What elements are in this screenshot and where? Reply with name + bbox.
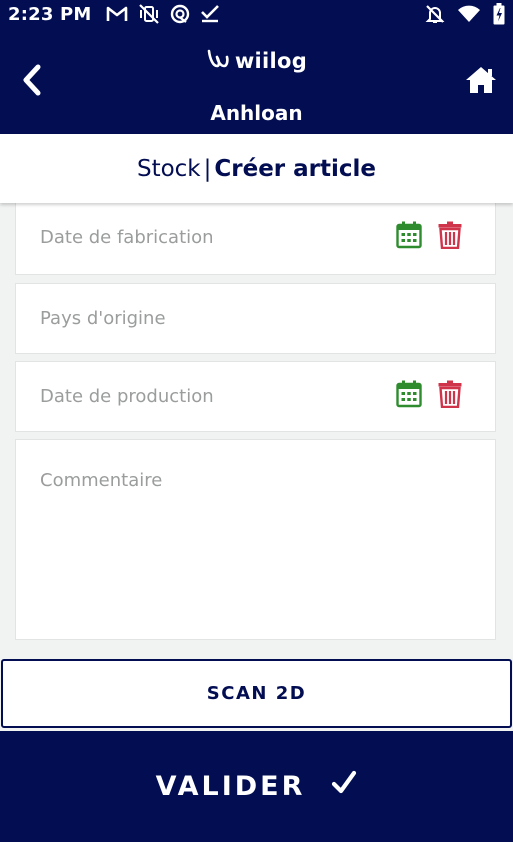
validate-button[interactable]: VALIDER	[0, 731, 513, 842]
origin-country-field[interactable]: Pays d'origine	[15, 283, 496, 354]
calendar-icon[interactable]	[396, 221, 422, 254]
store-name: Anhloan	[210, 101, 303, 125]
wiilog-logo-icon	[206, 48, 230, 74]
logo-text: wiilog	[234, 49, 308, 73]
breadcrumb-current: Créer article	[214, 155, 377, 182]
home-icon	[465, 66, 497, 98]
trash-icon[interactable]	[438, 221, 462, 254]
calendar-icon[interactable]	[396, 380, 422, 413]
breadcrumb: Stock | Créer article	[0, 134, 513, 203]
checkmark-icon	[331, 770, 357, 803]
production-date-actions	[396, 380, 462, 413]
manufacturing-date-field[interactable]: Date de fabrication	[15, 199, 496, 275]
checkmark-icon	[200, 5, 220, 23]
origin-country-placeholder: Pays d'origine	[40, 308, 166, 329]
comment-textarea[interactable]: Commentaire	[15, 439, 496, 640]
battery-charging-icon	[493, 3, 505, 25]
svg-text:6: 6	[472, 16, 477, 23]
notifications-off-icon	[425, 4, 445, 24]
trash-icon[interactable]	[438, 380, 462, 413]
breadcrumb-separator: |	[203, 155, 212, 182]
validate-label: VALIDER	[155, 771, 306, 802]
app-header: wiilog Anhloan	[0, 28, 513, 134]
wifi-icon: 6	[457, 5, 481, 23]
status-right-icons: 6	[425, 3, 505, 25]
manufacturing-date-placeholder: Date de fabrication	[40, 226, 214, 248]
wiilog-logo: wiilog	[0, 48, 513, 74]
production-date-field[interactable]: Date de production	[15, 361, 496, 432]
scan-2d-button[interactable]: SCAN 2D	[1, 659, 512, 728]
home-button[interactable]	[463, 64, 499, 100]
gmail-icon	[106, 6, 128, 22]
status-time: 2:23 PM	[8, 3, 92, 25]
scan-2d-label: SCAN 2D	[206, 683, 307, 704]
breadcrumb-parent[interactable]: Stock	[137, 156, 201, 182]
comment-placeholder: Commentaire	[40, 470, 163, 491]
status-bar: 2:23 PM 6	[0, 0, 513, 28]
sync-icon	[170, 4, 190, 24]
status-left-icons	[106, 4, 220, 24]
manufacturing-date-actions	[396, 221, 462, 254]
production-date-placeholder: Date de production	[40, 386, 214, 407]
vibrate-off-icon	[138, 4, 160, 24]
